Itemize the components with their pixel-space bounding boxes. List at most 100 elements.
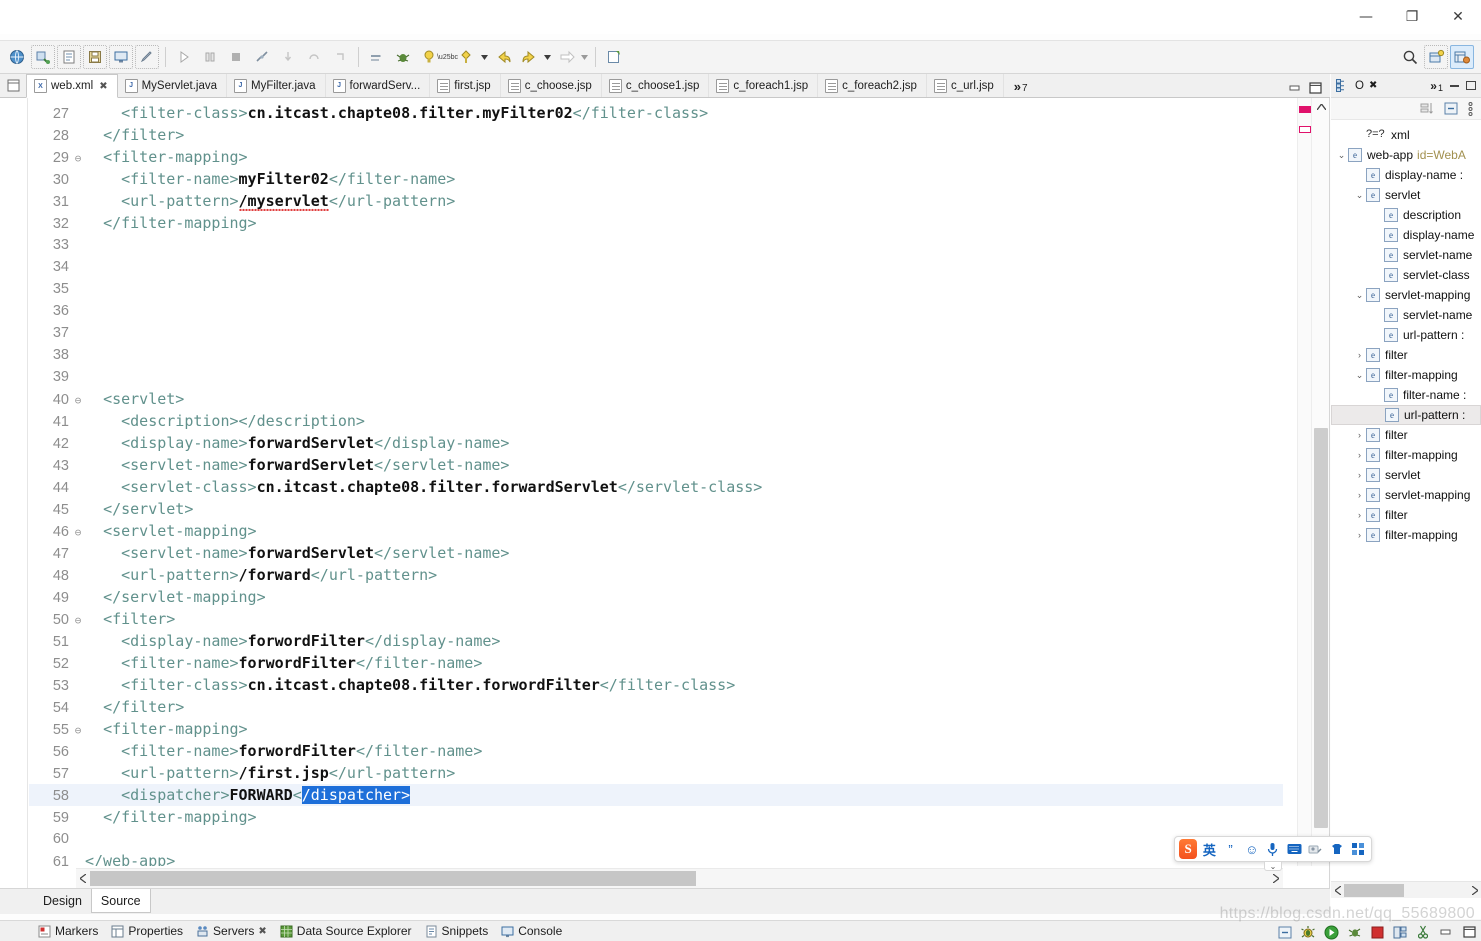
editor-code-area[interactable]: 27 <filter-class>cn.itcast.chapte08.filt… (29, 98, 1283, 866)
stop-tray-icon[interactable] (1369, 924, 1385, 940)
code-line[interactable]: 35 (29, 278, 1283, 300)
chevron-right-icon[interactable]: › (1353, 470, 1366, 480)
outline-scrollbar-thumb[interactable] (1344, 884, 1404, 897)
view-tab-markers[interactable]: Markers (38, 924, 98, 938)
outline-node-filter-name[interactable]: e filter-name : (1331, 385, 1481, 405)
code-line[interactable]: 29 ⊖ <filter-mapping> (29, 146, 1283, 168)
window-close-button[interactable]: ✕ (1435, 0, 1481, 34)
view-tab-properties[interactable]: Properties (111, 924, 183, 938)
code-line[interactable]: 41 <description></description> (29, 410, 1283, 432)
outline-node-servlet-name[interactable]: e servlet-name (1331, 305, 1481, 325)
scroll-right-arrow-icon[interactable] (1269, 869, 1283, 888)
code-line[interactable]: 37 (29, 322, 1283, 344)
outline-node-servlet-mapping[interactable]: ⌄ e servlet-mapping (1331, 285, 1481, 305)
java-ee-perspective-icon[interactable] (1450, 45, 1474, 69)
outline-minimize-button[interactable] (1450, 84, 1459, 87)
outline-tree[interactable]: ?=? xml ⌄ e web-app id=WebA e display-name : ⌄ e s… (1331, 120, 1481, 919)
view-tab-servers[interactable]: Servers ✖ (196, 924, 267, 938)
editor-tab-c-url-jsp[interactable]: c_url.jsp (926, 74, 1004, 97)
outline-node-url-pattern[interactable]: e url-pattern : (1331, 325, 1481, 345)
open-web-browser-icon[interactable] (5, 45, 29, 69)
editor-maximize-button[interactable] (1309, 82, 1322, 94)
editor-annotation-gutter[interactable] (0, 98, 28, 888)
code-line[interactable]: 27 <filter-class>cn.itcast.chapte08.filt… (29, 102, 1283, 124)
editor-tab-c-choose-jsp[interactable]: c_choose.jsp (500, 74, 602, 97)
outline-node-filter-mapping[interactable]: › e filter-mapping (1331, 525, 1481, 545)
forward-nav-icon[interactable] (517, 45, 541, 69)
open-perspective-icon[interactable] (1424, 45, 1448, 69)
code-line[interactable]: 49 </servlet-mapping> (29, 586, 1283, 608)
editor-minimize-button[interactable] (1289, 83, 1301, 93)
sogou-ime-toolbar[interactable]: S 英 ” ☺ (1174, 836, 1372, 862)
chevron-right-icon[interactable]: › (1353, 350, 1366, 360)
code-line[interactable]: 50 ⊖ <filter> (29, 608, 1283, 630)
editor-vertical-scrollbar[interactable] (1311, 98, 1329, 866)
overview-error-marker[interactable] (1299, 106, 1311, 113)
view-tab-console[interactable]: Console (501, 924, 562, 938)
back-icon[interactable] (491, 45, 515, 69)
outline-node-xml[interactable]: ?=? xml (1331, 125, 1481, 145)
editor-horizontal-scrollbar[interactable] (76, 868, 1283, 888)
code-line[interactable]: 47 <servlet-name>forwardServlet</servlet… (29, 542, 1283, 564)
ime-language-mode-button[interactable]: 英 (1200, 839, 1218, 859)
code-line[interactable]: 45 </servlet> (29, 498, 1283, 520)
code-line[interactable]: 30 <filter-name>myFilter02</filter-name> (29, 168, 1283, 190)
code-line[interactable]: 48 <url-pattern>/forward</url-pattern> (29, 564, 1283, 586)
save-icon[interactable] (83, 45, 107, 69)
run-icon[interactable] (172, 45, 196, 69)
editor-tab-myfilter-java[interactable]: J MyFilter.java (227, 74, 326, 97)
outline-scroll-right-arrow-icon[interactable] (1468, 882, 1481, 898)
outline-node-servlet[interactable]: ⌄ e servlet (1331, 185, 1481, 205)
ime-voice-icon[interactable] (1264, 839, 1282, 859)
editor-tab-c-foreach2-jsp[interactable]: c_foreach2.jsp (818, 74, 927, 97)
outline-node-filter[interactable]: › e filter (1331, 425, 1481, 445)
outline-node-url-pattern[interactable]: e url-pattern : (1331, 405, 1481, 425)
chevron-right-icon[interactable]: › (1353, 450, 1366, 460)
run-last-tool-icon[interactable] (365, 45, 389, 69)
quick-edit-icon[interactable] (135, 45, 159, 69)
chevron-right-icon[interactable]: › (1353, 490, 1366, 500)
servers-tray-icon[interactable] (1392, 924, 1408, 940)
link-tray-icon[interactable] (1415, 924, 1431, 940)
code-line[interactable]: 33 (29, 234, 1283, 256)
chevron-down-icon[interactable]: ⌄ (1335, 150, 1348, 161)
step-over-icon[interactable] (302, 45, 326, 69)
code-line[interactable]: 56 <filter-name>forwordFilter</filter-na… (29, 740, 1283, 762)
scroll-up-arrow-icon[interactable] (1312, 98, 1330, 115)
step-into-icon[interactable] (276, 45, 300, 69)
outline-overflow-chevron-icon[interactable]: » (1430, 79, 1437, 93)
scroll-left-arrow-icon[interactable] (76, 869, 90, 888)
code-line[interactable]: 43 <servlet-name>forwardServlet</servlet… (29, 454, 1283, 476)
chevron-down-icon[interactable]: ⌄ (1353, 370, 1366, 381)
new-connection-icon[interactable] (31, 45, 55, 69)
ime-collapse-button[interactable]: ⌄ (1264, 862, 1282, 871)
outline-node-web-app[interactable]: ⌄ e web-app id=WebA (1331, 145, 1481, 165)
outline-node-servlet-name[interactable]: e servlet-name (1331, 245, 1481, 265)
editor-tab-myservlet-java[interactable]: J MyServlet.java (117, 74, 227, 97)
code-line[interactable]: 31 <url-pattern>/myservlet</url-pattern> (29, 190, 1283, 212)
ime-emoji-icon[interactable]: ☺ (1243, 839, 1261, 859)
code-line[interactable]: 32 </filter-mapping> (29, 212, 1283, 234)
outline-node-servlet-mapping[interactable]: › e servlet-mapping (1331, 485, 1481, 505)
chevron-right-icon[interactable]: › (1353, 510, 1366, 520)
fold-collapse-icon[interactable]: ⊖ (71, 390, 85, 412)
outline-horizontal-scrollbar[interactable] (1331, 881, 1481, 898)
back-dropdown-arrow-icon[interactable] (542, 46, 553, 68)
bug-tray-icon[interactable] (1300, 924, 1316, 940)
outline-node-filter[interactable]: › e filter (1331, 505, 1481, 525)
outline-node-servlet[interactable]: › e servlet (1331, 465, 1481, 485)
code-line[interactable]: 61 </web-app> (29, 850, 1283, 866)
pause-icon[interactable] (198, 45, 222, 69)
external-tools-icon[interactable] (454, 45, 478, 69)
stop-icon[interactable] (224, 45, 248, 69)
editor-tab-forwardserv-[interactable]: JforwardServ... (325, 74, 431, 97)
code-line[interactable]: 59 </filter-mapping> (29, 806, 1283, 828)
fold-collapse-icon[interactable]: ⊖ (71, 148, 85, 170)
ime-skin-icon[interactable] (1328, 839, 1346, 859)
step-return-icon[interactable] (328, 45, 352, 69)
code-line[interactable]: 51 <display-name>forwordFilter</display-… (29, 630, 1283, 652)
outline-node-display-name[interactable]: e display-name : (1331, 165, 1481, 185)
code-line[interactable]: 42 <display-name>forwardServlet</display… (29, 432, 1283, 454)
chevron-down-icon[interactable]: ⌄ (1353, 290, 1366, 301)
ime-toolbox-icon[interactable] (1349, 839, 1367, 859)
